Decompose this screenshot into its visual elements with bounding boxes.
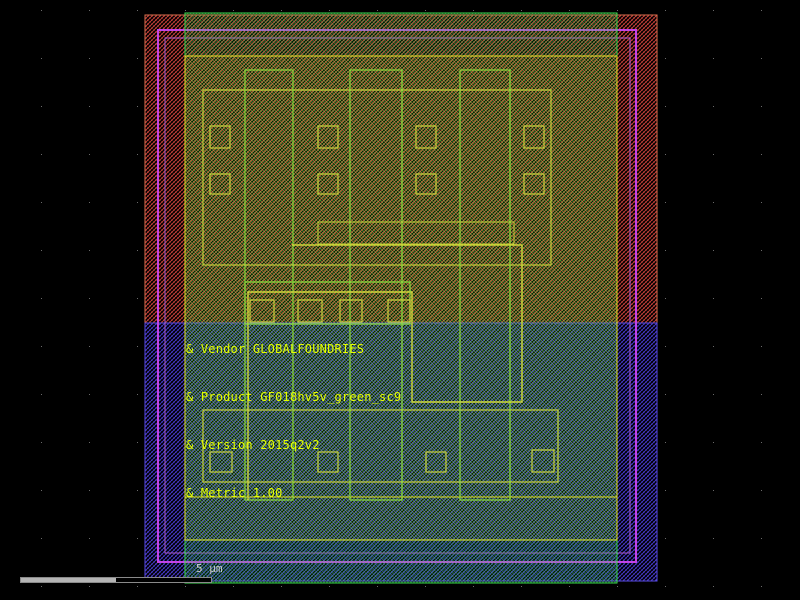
- metal-vdd-rail: [184, 55, 618, 541]
- scale-bar-fill: [21, 578, 116, 582]
- scale-bar: [20, 577, 212, 583]
- label-version: & Version 2015q2v2: [186, 438, 320, 452]
- scale-bar-label: 5 µm: [196, 562, 223, 575]
- label-vendor: & Vendor GLOBALFOUNDRIES: [186, 342, 365, 356]
- cell-layout-canvas[interactable]: [0, 0, 800, 600]
- label-metric: & Metric 1.00: [186, 486, 283, 500]
- label-product: & Product GF018hv5v_green_sc9: [186, 390, 402, 404]
